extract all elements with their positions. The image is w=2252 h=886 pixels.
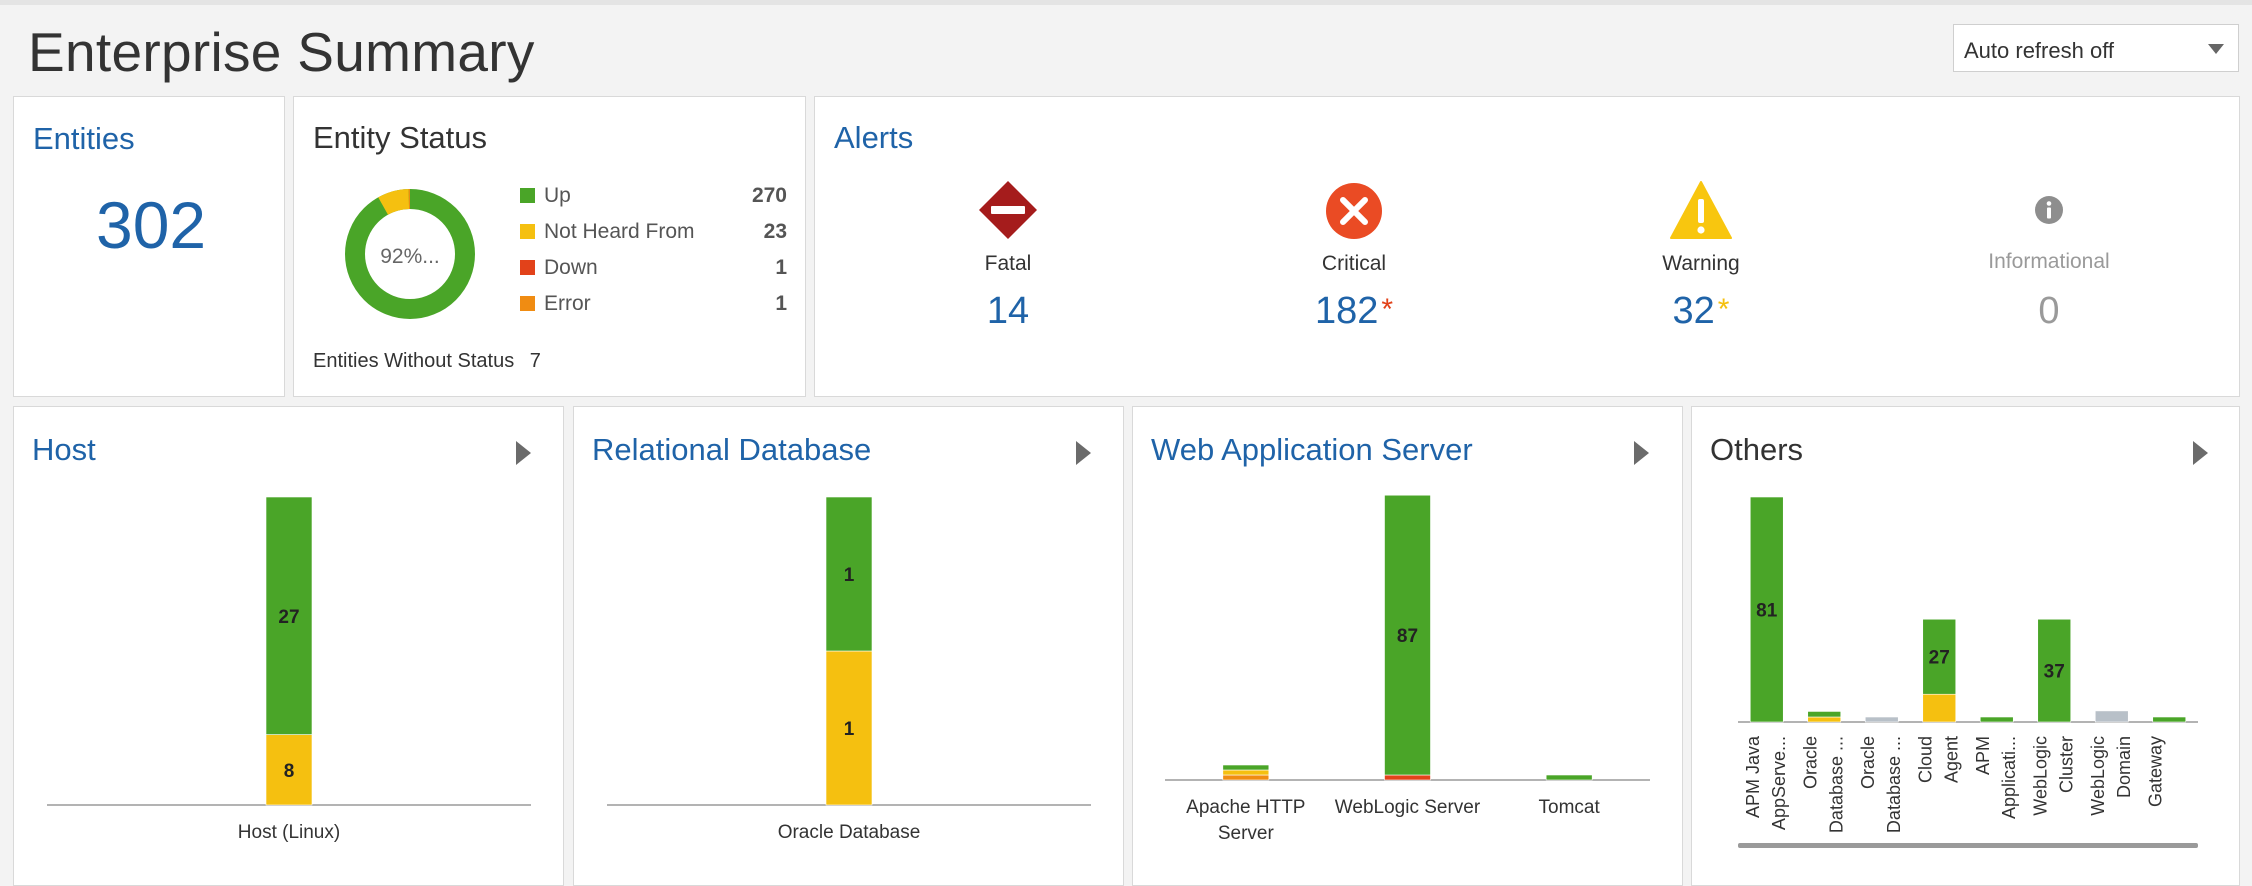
- category-charts: 8 27 Host (Linux) 1 1 Oracle Database Apache H…: [47, 494, 2198, 848]
- bar-segment[interactable]: [1922, 693, 1957, 723]
- bar-value-label: 1: [844, 719, 855, 740]
- category-label: Oracle: [1800, 736, 1820, 789]
- bar-segment[interactable]: [1222, 769, 1270, 776]
- bar-value-label: 1: [844, 565, 855, 586]
- bar-segment[interactable]: [1807, 716, 1842, 723]
- bar-value-label: 37: [2044, 662, 2065, 683]
- horizontal-scrollbar[interactable]: [1738, 843, 2198, 848]
- category-label: Cluster: [2056, 736, 2076, 793]
- category-label: Apache HTTP: [1186, 797, 1305, 818]
- bar-segment[interactable]: [1864, 716, 1899, 723]
- bar-value-label: 27: [278, 607, 299, 628]
- category-label: Oracle: [1858, 736, 1878, 789]
- category-label: Cloud: [1915, 736, 1935, 783]
- bar-value-label: 27: [1929, 648, 1950, 669]
- chart-0-bars: 8 27 Host (Linux): [47, 496, 531, 843]
- category-label: WebLogic Server: [1335, 797, 1481, 818]
- bar-segment[interactable]: [2152, 716, 2187, 723]
- chart-2-bars: Apache HTTP Server 87 WebLogic Server Tomcat: [1165, 494, 1650, 844]
- bar-value-label: 81: [1756, 601, 1778, 622]
- bar-value-label: 87: [1397, 626, 1418, 647]
- category-label: Database ...: [1826, 736, 1846, 833]
- chart-3-bars: 81 APM Java AppServe... Oracle Database ... O…: [1738, 496, 2198, 848]
- bar-segment[interactable]: [1222, 764, 1270, 771]
- category-label: APM Java: [1743, 735, 1763, 818]
- category-label: Server: [1218, 823, 1275, 844]
- bar-segment[interactable]: [1807, 711, 1842, 718]
- bar-segment[interactable]: [2094, 710, 2129, 723]
- bar-segment[interactable]: [1222, 774, 1270, 781]
- category-label: WebLogic: [2030, 736, 2050, 816]
- category-label: Database ...: [1884, 736, 1904, 833]
- bar-segment[interactable]: [1979, 716, 2014, 723]
- category-label: APM: [1973, 736, 1993, 775]
- bar-segment[interactable]: [1384, 774, 1431, 781]
- category-label: Host (Linux): [238, 822, 340, 843]
- chart-1-bars: 1 1 Oracle Database: [607, 496, 1091, 843]
- category-label: WebLogic: [2088, 736, 2108, 816]
- category-label: Oracle Database: [778, 822, 921, 843]
- bar-value-label: 8: [284, 761, 295, 782]
- category-label: Tomcat: [1539, 797, 1601, 818]
- category-label: Domain: [2114, 736, 2134, 798]
- category-label: Gateway: [2145, 736, 2165, 807]
- category-label: Agent: [1941, 736, 1961, 783]
- category-label: Applicati...: [1999, 736, 2019, 819]
- category-label: AppServe...: [1769, 736, 1789, 830]
- bar-segment[interactable]: [1545, 774, 1593, 781]
